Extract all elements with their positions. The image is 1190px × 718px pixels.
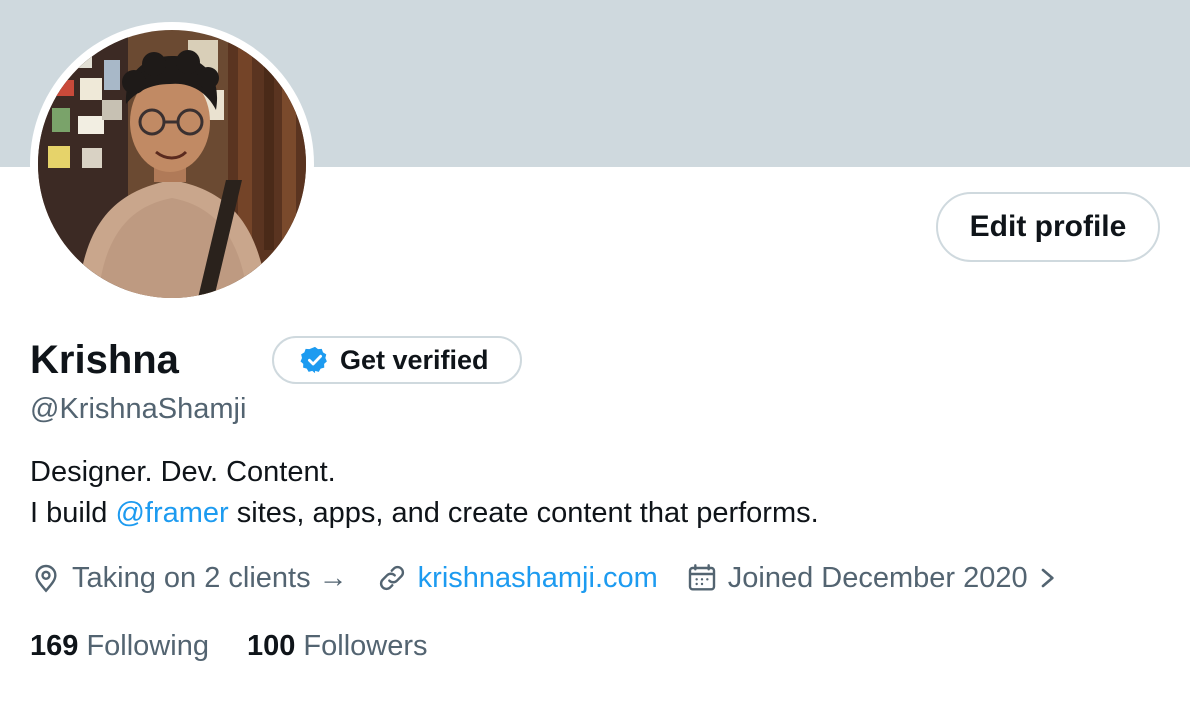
bio-line-2-prefix: I build <box>30 497 116 529</box>
joined-text: Joined December 2020 <box>727 561 1028 594</box>
link-icon <box>376 562 408 594</box>
bio-line-1: Designer. Dev. Content. <box>30 456 336 488</box>
following-stat[interactable]: 169 Following <box>30 630 209 663</box>
calendar-icon <box>686 562 718 594</box>
profile-name: Krishna <box>30 338 179 382</box>
following-label: Following <box>86 629 209 662</box>
avatar-photo <box>38 30 306 298</box>
followers-stat[interactable]: 100 Followers <box>247 630 428 663</box>
get-verified-label: Get verified <box>340 344 489 375</box>
bio-line-2: I build @framer sites, apps, and create … <box>30 493 819 534</box>
profile-handle: @KrishnaShamji <box>30 393 247 425</box>
followers-count: 100 <box>246 629 296 662</box>
location-pin-icon <box>30 562 62 594</box>
joined-item[interactable]: Joined December 2020 <box>686 562 1058 595</box>
profile-meta: Taking on 2 clients → krishnashamji.com <box>30 556 1058 600</box>
profile-bio: Designer. Dev. Content. I build @framer … <box>30 452 819 534</box>
following-count: 169 <box>30 629 79 662</box>
website-item[interactable]: krishnashamji.com <box>376 562 658 595</box>
chevron-right-icon <box>1036 562 1058 594</box>
verified-badge-icon <box>300 345 330 375</box>
followers-label: Followers <box>303 629 428 662</box>
bio-line-2-suffix: sites, apps, and create content that per… <box>228 497 819 529</box>
edit-profile-button[interactable]: Edit profile <box>936 192 1160 262</box>
profile-stats: 169 Following 100 Followers <box>30 624 428 668</box>
get-verified-button[interactable]: Get verified <box>272 336 522 384</box>
location-text: Taking on 2 clients → <box>72 561 348 594</box>
website-link[interactable]: krishnashamji.com <box>418 562 658 595</box>
avatar[interactable] <box>38 30 306 298</box>
location-item: Taking on 2 clients → <box>30 562 348 595</box>
framer-mention-link[interactable]: @framer <box>115 497 228 529</box>
